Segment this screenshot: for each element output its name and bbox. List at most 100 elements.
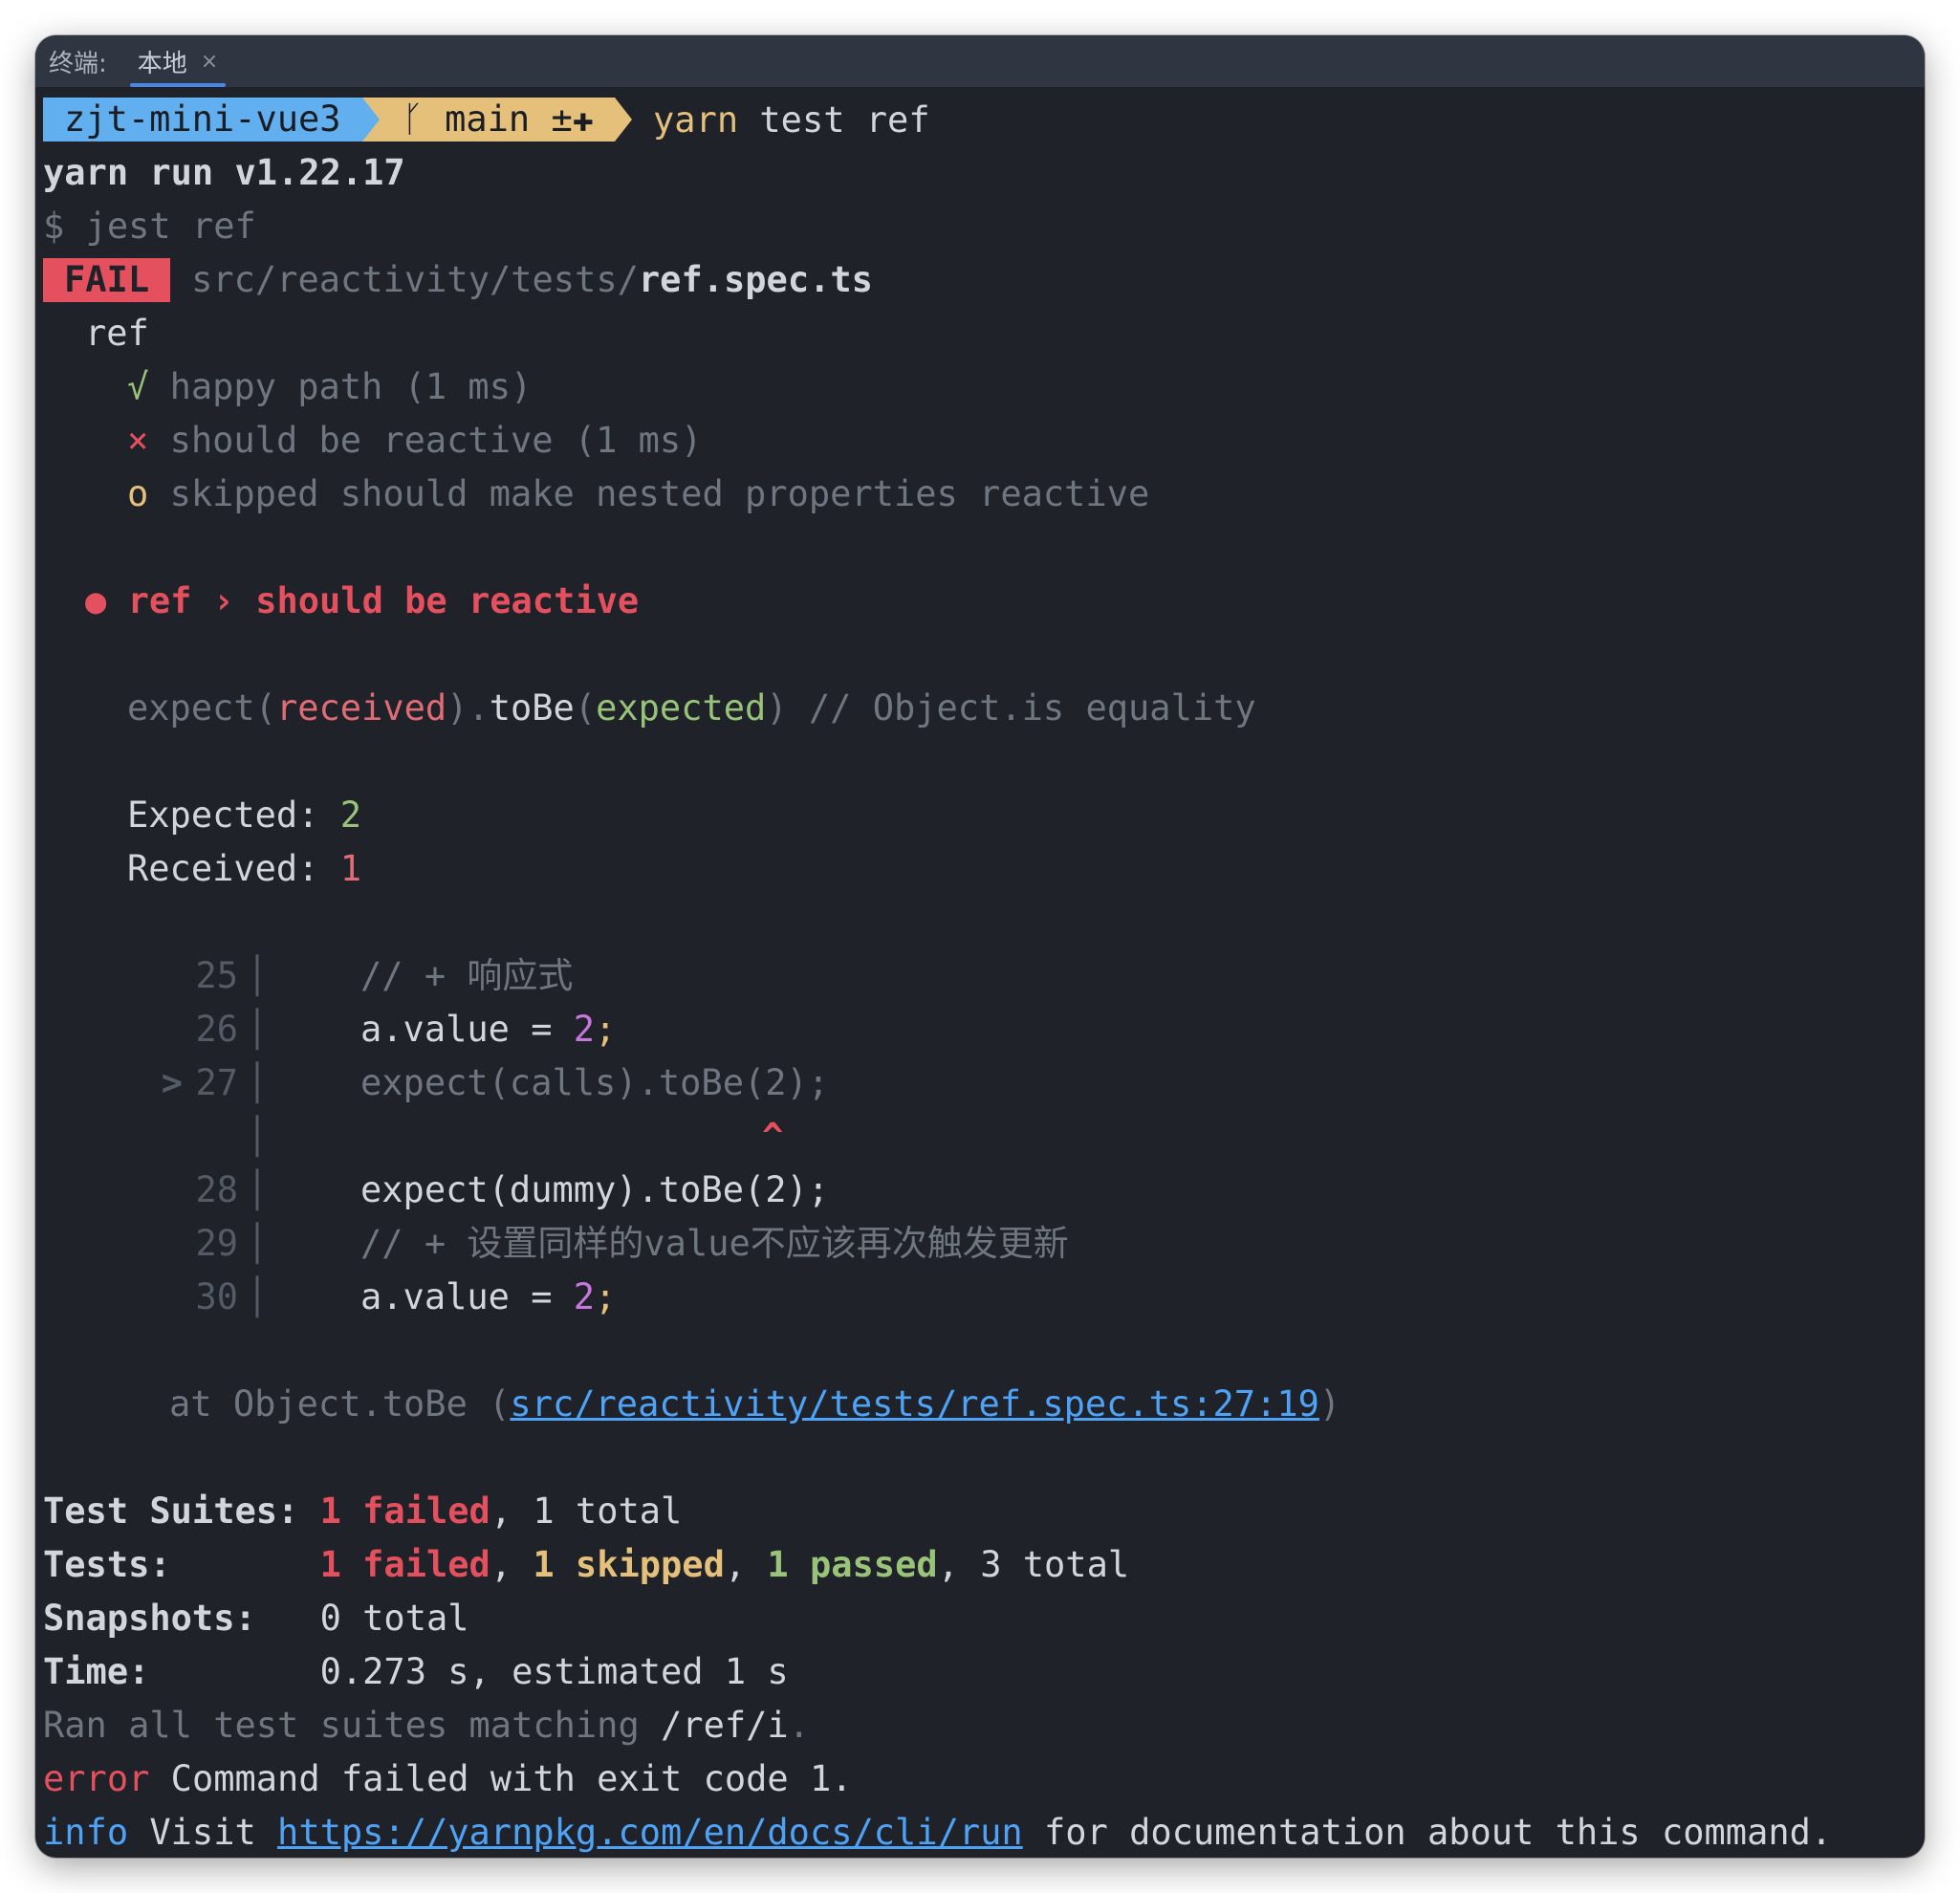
prompt-directory: zjt-mini-vue3	[43, 98, 362, 141]
gutter-pipe: │	[246, 1223, 269, 1264]
terminal-label: 终端:	[49, 49, 107, 78]
check-icon: √	[127, 366, 149, 407]
summary-label: Tests:	[43, 1544, 320, 1585]
code-line: 30 │ a.value = 2;	[43, 1271, 1925, 1324]
info-word: info	[43, 1812, 129, 1853]
summary-time: Time: 0.273 s, estimated 1 s	[43, 1645, 1925, 1699]
expected-label: Expected:	[127, 794, 340, 836]
stack-trace-suffix: )	[1318, 1383, 1341, 1425]
fail-path-file: ref.spec.ts	[638, 259, 873, 300]
line-number: 25	[195, 955, 238, 996]
hint-matcher: toBe	[489, 687, 575, 729]
terminal-window: 终端: 本地 × zjt-mini-vue3 ᚴ main ±✚ yarn te…	[35, 35, 1925, 1858]
code-line-error: >27 │ expect(calls).toBe(2);	[43, 1056, 1925, 1110]
close-icon[interactable]: ×	[201, 50, 218, 74]
gutter-pipe: │	[246, 1009, 269, 1050]
error-word: error	[43, 1758, 150, 1799]
fail-badge: FAIL	[43, 258, 171, 302]
terminal-output[interactable]: zjt-mini-vue3 ᚴ main ±✚ yarn test ref ya…	[35, 87, 1925, 1858]
code-token: ;	[595, 1276, 617, 1317]
summary-label: Time:	[43, 1651, 320, 1692]
hint-part: ).	[446, 687, 490, 729]
prompt-end-separator	[615, 98, 633, 141]
bullet-icon: ●	[85, 580, 107, 621]
code-text: // + 响应式	[360, 955, 574, 996]
summary-sep: ,	[490, 1544, 534, 1585]
prompt-separator	[361, 98, 380, 141]
code-token: .value =	[381, 1276, 574, 1317]
cross-icon: ×	[127, 420, 149, 461]
line-number: 29	[195, 1223, 238, 1264]
circle-icon: o	[127, 473, 149, 514]
info-text: Visit	[128, 1812, 278, 1853]
line-number: 27	[195, 1062, 238, 1103]
describe-name: ref	[85, 313, 149, 354]
summary-value: 0 total	[319, 1598, 469, 1639]
tab-label: 本地	[137, 49, 187, 78]
summary-total: , 1 total	[490, 1490, 683, 1532]
code-line: 28 │ expect(dummy).toBe(2);	[43, 1164, 1925, 1217]
summary-snapshots: Snapshots: 0 total	[43, 1592, 1925, 1645]
code-text: expect(dummy).toBe(2);	[360, 1169, 830, 1210]
hint-part: (	[574, 687, 597, 729]
ran-period: .	[788, 1705, 810, 1746]
line-number: 28	[195, 1169, 238, 1210]
test-result-passed: √ happy path (1 ms)	[43, 360, 1925, 414]
test-result-failed: × should be reactive (1 ms)	[43, 414, 1925, 468]
git-branch-icon: ᚴ	[402, 98, 424, 140]
error-caret: ^	[762, 1116, 784, 1157]
gutter-pipe: │	[246, 1276, 269, 1317]
expected-value: 2	[339, 794, 362, 836]
code-line: 26 │ a.value = 2;	[43, 1003, 1925, 1056]
gutter-pipe: │	[246, 1062, 269, 1103]
code-text: // + 设置同样的value不应该再次触发更新	[360, 1223, 1069, 1264]
git-branch-name: main ±✚	[445, 98, 595, 140]
summary-failed: 1 failed	[319, 1490, 490, 1532]
error-line: error Command failed with exit code 1.	[43, 1752, 1925, 1806]
expected-line: Expected: 2	[43, 789, 1925, 842]
caret-line: │ ^	[43, 1110, 1925, 1164]
code-line: 29 │ // + 设置同样的value不应该再次触发更新	[43, 1217, 1925, 1271]
code-token: .value =	[381, 1009, 574, 1050]
code-number: 2	[573, 1009, 596, 1050]
line-number: 26	[195, 1009, 238, 1050]
command-args: test ref	[738, 98, 930, 141]
line-number: 30	[195, 1276, 238, 1317]
code-text: a.value = 2;	[276, 1276, 616, 1317]
code-number: 2	[573, 1276, 596, 1317]
test-name: happy path (1 ms)	[169, 366, 533, 407]
docs-link[interactable]: https://yarnpkg.com/en/docs/cli/run	[277, 1812, 1023, 1853]
gutter-pipe: │	[246, 1169, 269, 1210]
summary-label: Test Suites:	[43, 1490, 320, 1532]
fail-path-dir: src/reactivity/tests/	[191, 259, 639, 300]
matcher-hint: expect(received).toBe(expected) // Objec…	[43, 682, 1925, 735]
summary-tests: Tests: 1 failed, 1 skipped, 1 passed, 3 …	[43, 1538, 1925, 1592]
test-name: should be reactive (1 ms)	[169, 420, 703, 461]
gutter-pipe: │	[246, 955, 269, 996]
fail-line: FAIL src/reactivity/tests/ref.spec.ts	[43, 253, 1925, 307]
yarn-version-line: yarn run v1.22.17	[43, 152, 405, 193]
gutter-pipe: │	[246, 1116, 269, 1157]
prompt-git-branch: ᚴ main ±✚	[379, 98, 616, 141]
received-line: Received: 1	[43, 842, 1925, 896]
command-line: yarn test ref	[653, 99, 930, 141]
hint-expected: expected	[596, 687, 767, 729]
hint-part: expect(	[127, 687, 276, 729]
jest-command-line: $ jest ref	[43, 206, 256, 247]
received-label: Received:	[127, 848, 340, 889]
ran-text: Ran all test suites matching	[43, 1705, 662, 1746]
info-text: for documentation about this command.	[1022, 1812, 1833, 1853]
code-token: ;	[595, 1009, 617, 1050]
stack-trace-link[interactable]: src/reactivity/tests/ref.spec.ts:27:19	[510, 1383, 1318, 1425]
summary-failed: 1 failed	[319, 1544, 490, 1585]
test-result-skipped: o skipped should make nested properties …	[43, 468, 1925, 521]
code-text: expect(calls).toBe(2);	[360, 1062, 830, 1103]
hint-comment: ) // Object.is equality	[766, 687, 1256, 729]
tab-local[interactable]: 本地 ×	[129, 35, 227, 87]
summary-sep: ,	[724, 1544, 768, 1585]
code-token: a	[360, 1276, 382, 1317]
info-line: info Visit https://yarnpkg.com/en/docs/c…	[43, 1806, 1925, 1858]
code-text: a.value = 2;	[276, 1009, 616, 1050]
summary-value: 0.273 s, estimated 1 s	[319, 1651, 789, 1692]
command-name: yarn	[653, 98, 739, 141]
